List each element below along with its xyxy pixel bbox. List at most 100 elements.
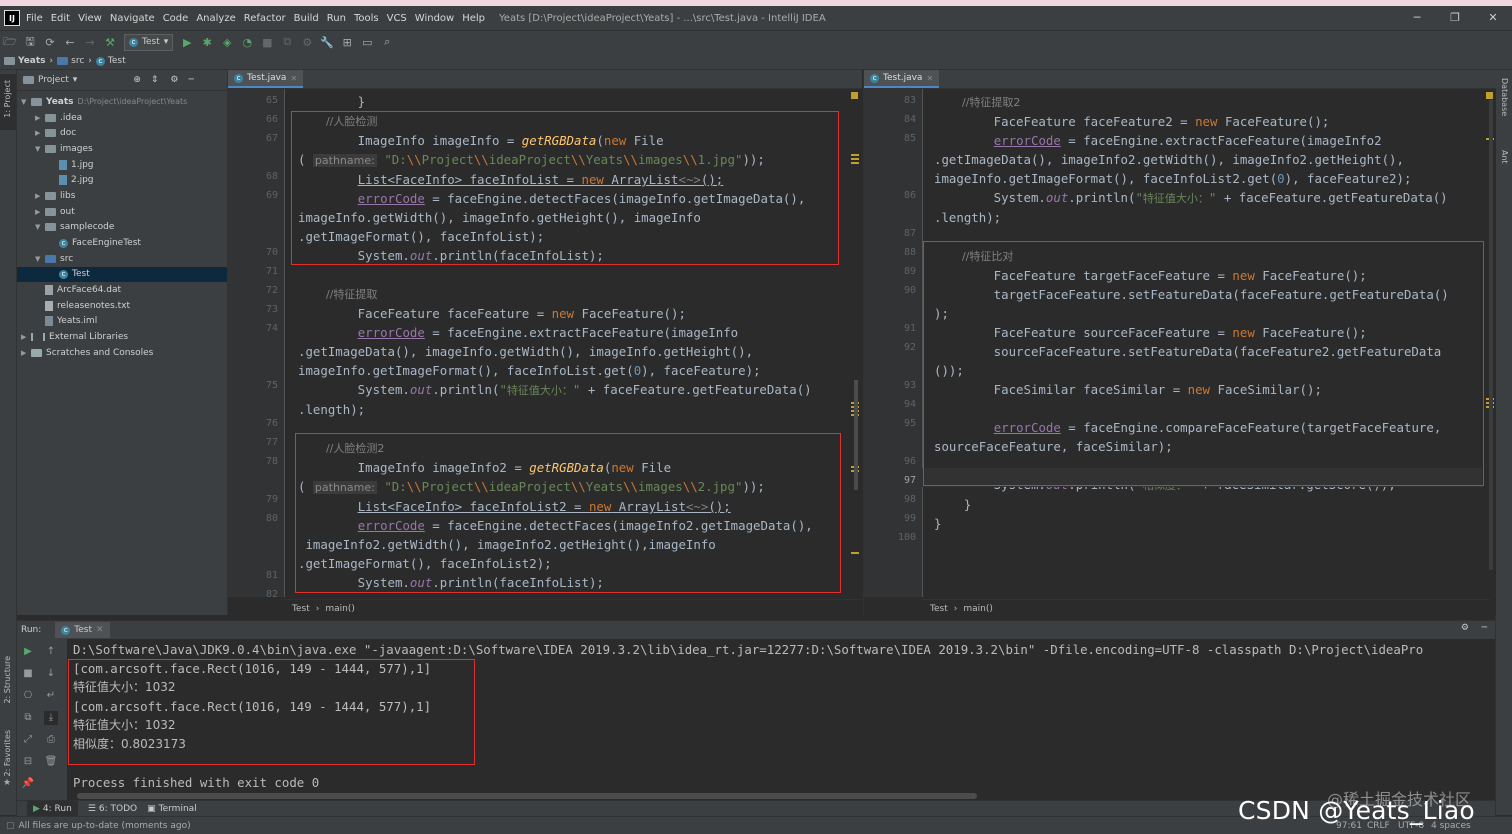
line-number[interactable]: 84: [904, 114, 916, 125]
expanded-arrow-icon[interactable]: ▼: [21, 98, 31, 106]
menu-tools[interactable]: Tools: [354, 13, 379, 24]
line-number[interactable]: 91: [904, 323, 916, 334]
rerun-icon[interactable]: ▶: [21, 645, 35, 659]
line-number[interactable]: 68: [266, 171, 278, 182]
collapsed-arrow-icon[interactable]: ▶: [21, 349, 31, 357]
line-number[interactable]: 79: [266, 494, 278, 505]
print-icon[interactable]: ⎙: [44, 733, 58, 747]
line-number[interactable]: 69: [266, 190, 278, 201]
tree-item[interactable]: Yeats.iml: [17, 314, 227, 330]
tree-item[interactable]: c FaceEngineTest: [17, 235, 227, 251]
menu-file[interactable]: File: [26, 13, 43, 24]
menu-run[interactable]: Run: [327, 13, 346, 24]
breadcrumb-method[interactable]: main(): [325, 604, 355, 614]
tab-terminal[interactable]: ▣ Terminal: [147, 804, 197, 814]
soft-wrap-icon[interactable]: ↵: [44, 689, 58, 703]
line-number[interactable]: 92: [904, 342, 916, 353]
up-icon[interactable]: ↑: [44, 645, 58, 659]
sync-icon[interactable]: ⟳: [40, 34, 60, 50]
line-number[interactable]: 80: [266, 513, 278, 524]
scrollbar-thumb[interactable]: [854, 380, 858, 490]
locate-icon[interactable]: ⊕: [133, 75, 141, 85]
hide-icon[interactable]: ─: [189, 75, 194, 85]
gear-icon[interactable]: ⚙: [170, 75, 178, 85]
down-icon[interactable]: ↓: [44, 667, 58, 681]
close-tab-icon[interactable]: ✕: [926, 74, 933, 83]
tree-item[interactable]: ▶ Scratches and Consoles: [17, 345, 227, 361]
hide-icon[interactable]: ─: [1482, 623, 1487, 633]
tree-item[interactable]: ArcFace64.dat: [17, 282, 227, 298]
pin-icon[interactable]: ⊟: [21, 755, 35, 769]
line-number[interactable]: 94: [904, 399, 916, 410]
collapsed-arrow-icon[interactable]: ▶: [35, 192, 45, 200]
collapsed-arrow-icon[interactable]: ▶: [35, 129, 45, 137]
tree-item[interactable]: 2.jpg: [17, 172, 227, 188]
scroll-end-icon[interactable]: ⤓: [44, 711, 58, 725]
collapsed-arrow-icon[interactable]: ▶: [35, 208, 45, 216]
horizontal-scrollbar[interactable]: [77, 793, 977, 799]
tree-item[interactable]: ▶ out: [17, 204, 227, 220]
tree-item[interactable]: ▶ libs: [17, 188, 227, 204]
line-number[interactable]: 88: [904, 247, 916, 258]
pin-tab-icon[interactable]: 📌: [21, 777, 35, 791]
breadcrumb-class[interactable]: Test: [292, 604, 310, 614]
back-icon[interactable]: ←: [60, 34, 80, 50]
line-number[interactable]: 74: [266, 323, 278, 334]
line-number[interactable]: 75: [266, 380, 278, 391]
tree-item[interactable]: releasenotes.txt: [17, 298, 227, 314]
line-number[interactable]: 71: [266, 266, 278, 277]
menu-window[interactable]: Window: [415, 13, 454, 24]
line-number[interactable]: 100: [898, 532, 916, 543]
line-number[interactable]: 83: [904, 95, 916, 106]
breadcrumb-project[interactable]: Yeats: [4, 56, 46, 66]
tree-item[interactable]: ▼ samplecode: [17, 220, 227, 236]
menu-help[interactable]: Help: [462, 13, 485, 24]
wrench-icon[interactable]: 🔧: [317, 34, 337, 50]
menu-build[interactable]: Build: [294, 13, 319, 24]
open-folder-icon[interactable]: 🗁: [0, 34, 20, 50]
menu-refactor[interactable]: Refactor: [244, 13, 286, 24]
tree-item[interactable]: ▶ External Libraries: [17, 329, 227, 345]
line-number[interactable]: 95: [904, 418, 916, 429]
tree-item[interactable]: ▶ .idea: [17, 110, 227, 126]
favorites-tool-button[interactable]: 2: Favorites: [3, 730, 12, 776]
maximize-icon[interactable]: ❐: [1436, 6, 1474, 30]
line-number[interactable]: 72: [266, 285, 278, 296]
gear-icon[interactable]: ⚙: [1461, 623, 1469, 633]
menu-view[interactable]: View: [78, 13, 102, 24]
search-icon[interactable]: ⌕: [377, 34, 397, 50]
project-tool-button[interactable]: 1: Project: [0, 74, 16, 130]
breadcrumb-test[interactable]: c Test: [95, 56, 126, 66]
line-number[interactable]: 99: [904, 513, 916, 524]
tree-item[interactable]: ▼ images: [17, 141, 227, 157]
close-tab-icon[interactable]: ✕: [290, 74, 297, 83]
build-hammer-icon[interactable]: ⚒: [100, 34, 120, 50]
line-number[interactable]: 70: [266, 247, 278, 258]
chevron-down-icon[interactable]: ▾: [73, 75, 78, 85]
minimize-icon[interactable]: ─: [1398, 6, 1436, 30]
line-number[interactable]: 82: [266, 589, 278, 600]
vcs-icon[interactable]: ⚙: [297, 34, 317, 50]
structure-tool-button[interactable]: 2: Structure: [3, 656, 12, 704]
save-icon[interactable]: 🖫: [20, 34, 40, 50]
close-icon[interactable]: ✕: [1474, 6, 1512, 30]
menu-vcs[interactable]: VCS: [387, 13, 407, 24]
restore-icon[interactable]: ⤢: [21, 733, 35, 747]
debug-icon[interactable]: ✱: [197, 34, 217, 50]
line-number[interactable]: 93: [904, 380, 916, 391]
line-number[interactable]: 77: [266, 437, 278, 448]
line-number[interactable]: 65: [266, 95, 278, 106]
menu-navigate[interactable]: Navigate: [110, 13, 155, 24]
project-structure-icon[interactable]: ⊞: [337, 34, 357, 50]
line-number[interactable]: 87: [904, 228, 916, 239]
project-view-select[interactable]: Project: [38, 75, 69, 85]
tab-todo[interactable]: ☰ 6: TODO: [88, 804, 137, 814]
run-tab-test[interactable]: c Test ✕: [55, 622, 110, 638]
line-number[interactable]: 89: [904, 266, 916, 277]
line-number[interactable]: 98: [904, 494, 916, 505]
line-number[interactable]: 76: [266, 418, 278, 429]
line-number[interactable]: 90: [904, 285, 916, 296]
layout-icon[interactable]: ▭: [357, 34, 377, 50]
line-number[interactable]: 73: [266, 304, 278, 315]
line-number[interactable]: 66: [266, 114, 278, 125]
